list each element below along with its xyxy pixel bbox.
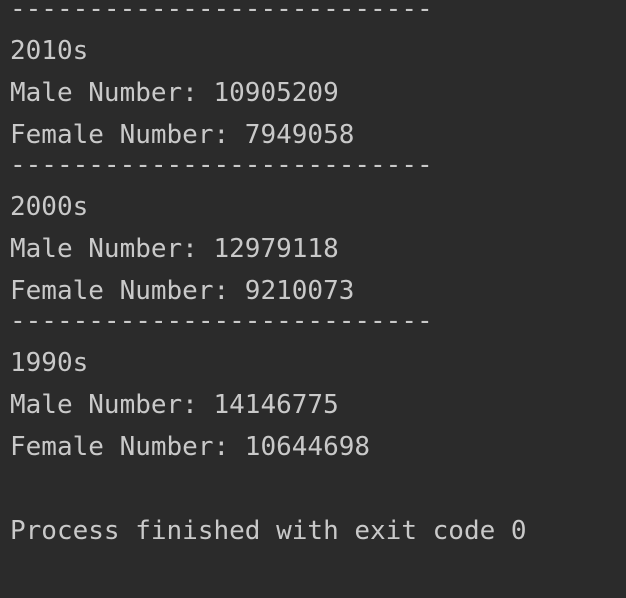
separator-line: --------------------------- bbox=[10, 150, 433, 180]
process-finished-status: Process finished with exit code 0 bbox=[10, 516, 527, 546]
separator-line: --------------------------- bbox=[10, 0, 433, 24]
separator-line: --------------------------- bbox=[10, 306, 433, 336]
decade-heading-1990s: 1990s bbox=[10, 348, 89, 378]
run-console-output: --------------------------- 2010s Male N… bbox=[10, 0, 616, 552]
male-number-line-2000s: Male Number: 12979118 bbox=[10, 234, 339, 264]
male-number-line-2010s: Male Number: 10905209 bbox=[10, 78, 339, 108]
decade-heading-2000s: 2000s bbox=[10, 192, 89, 222]
male-number-line-1990s: Male Number: 14146775 bbox=[10, 390, 339, 420]
female-number-line-1990s: Female Number: 10644698 bbox=[10, 432, 371, 462]
decade-heading-2010s: 2010s bbox=[10, 36, 89, 66]
